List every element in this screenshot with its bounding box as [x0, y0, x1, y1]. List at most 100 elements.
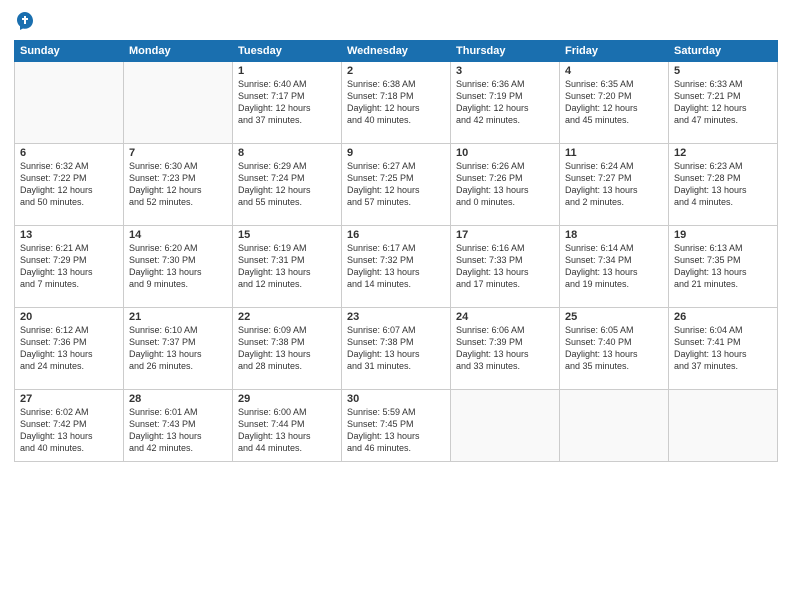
calendar-cell: 13Sunrise: 6:21 AM Sunset: 7:29 PM Dayli… — [15, 226, 124, 308]
day-number: 11 — [565, 147, 663, 159]
calendar-cell: 10Sunrise: 6:26 AM Sunset: 7:26 PM Dayli… — [451, 144, 560, 226]
day-info: Sunrise: 6:30 AM Sunset: 7:23 PM Dayligh… — [129, 160, 227, 209]
day-info: Sunrise: 6:35 AM Sunset: 7:20 PM Dayligh… — [565, 78, 663, 127]
day-info: Sunrise: 6:21 AM Sunset: 7:29 PM Dayligh… — [20, 242, 118, 291]
calendar-table: SundayMondayTuesdayWednesdayThursdayFrid… — [14, 40, 778, 462]
day-number: 28 — [129, 393, 227, 405]
calendar-cell: 20Sunrise: 6:12 AM Sunset: 7:36 PM Dayli… — [15, 308, 124, 390]
weekday-header: Thursday — [451, 41, 560, 62]
day-number: 27 — [20, 393, 118, 405]
day-info: Sunrise: 6:02 AM Sunset: 7:42 PM Dayligh… — [20, 406, 118, 455]
day-number: 5 — [674, 65, 772, 77]
day-info: Sunrise: 6:29 AM Sunset: 7:24 PM Dayligh… — [238, 160, 336, 209]
calendar-cell: 1Sunrise: 6:40 AM Sunset: 7:17 PM Daylig… — [233, 62, 342, 144]
calendar-cell: 12Sunrise: 6:23 AM Sunset: 7:28 PM Dayli… — [669, 144, 778, 226]
day-info: Sunrise: 6:38 AM Sunset: 7:18 PM Dayligh… — [347, 78, 445, 127]
day-info: Sunrise: 5:59 AM Sunset: 7:45 PM Dayligh… — [347, 406, 445, 455]
weekday-header-row: SundayMondayTuesdayWednesdayThursdayFrid… — [15, 41, 778, 62]
day-number: 16 — [347, 229, 445, 241]
page: SundayMondayTuesdayWednesdayThursdayFrid… — [0, 0, 792, 612]
calendar-cell: 2Sunrise: 6:38 AM Sunset: 7:18 PM Daylig… — [342, 62, 451, 144]
calendar-cell: 29Sunrise: 6:00 AM Sunset: 7:44 PM Dayli… — [233, 390, 342, 462]
day-info: Sunrise: 6:17 AM Sunset: 7:32 PM Dayligh… — [347, 242, 445, 291]
day-number: 22 — [238, 311, 336, 323]
day-info: Sunrise: 6:00 AM Sunset: 7:44 PM Dayligh… — [238, 406, 336, 455]
day-number: 12 — [674, 147, 772, 159]
calendar-cell: 26Sunrise: 6:04 AM Sunset: 7:41 PM Dayli… — [669, 308, 778, 390]
calendar-cell — [124, 62, 233, 144]
calendar-cell: 21Sunrise: 6:10 AM Sunset: 7:37 PM Dayli… — [124, 308, 233, 390]
calendar-cell: 11Sunrise: 6:24 AM Sunset: 7:27 PM Dayli… — [560, 144, 669, 226]
calendar-cell: 9Sunrise: 6:27 AM Sunset: 7:25 PM Daylig… — [342, 144, 451, 226]
calendar-cell: 27Sunrise: 6:02 AM Sunset: 7:42 PM Dayli… — [15, 390, 124, 462]
day-number: 17 — [456, 229, 554, 241]
weekday-header: Wednesday — [342, 41, 451, 62]
day-info: Sunrise: 6:19 AM Sunset: 7:31 PM Dayligh… — [238, 242, 336, 291]
day-info: Sunrise: 6:33 AM Sunset: 7:21 PM Dayligh… — [674, 78, 772, 127]
day-number: 3 — [456, 65, 554, 77]
day-number: 10 — [456, 147, 554, 159]
day-info: Sunrise: 6:20 AM Sunset: 7:30 PM Dayligh… — [129, 242, 227, 291]
day-number: 23 — [347, 311, 445, 323]
day-info: Sunrise: 6:23 AM Sunset: 7:28 PM Dayligh… — [674, 160, 772, 209]
day-number: 2 — [347, 65, 445, 77]
calendar-cell — [15, 62, 124, 144]
day-number: 24 — [456, 311, 554, 323]
calendar-cell: 16Sunrise: 6:17 AM Sunset: 7:32 PM Dayli… — [342, 226, 451, 308]
day-info: Sunrise: 6:24 AM Sunset: 7:27 PM Dayligh… — [565, 160, 663, 209]
day-info: Sunrise: 6:10 AM Sunset: 7:37 PM Dayligh… — [129, 324, 227, 373]
calendar-cell: 18Sunrise: 6:14 AM Sunset: 7:34 PM Dayli… — [560, 226, 669, 308]
calendar-cell: 24Sunrise: 6:06 AM Sunset: 7:39 PM Dayli… — [451, 308, 560, 390]
logo — [14, 10, 40, 32]
weekday-header: Sunday — [15, 41, 124, 62]
day-info: Sunrise: 6:27 AM Sunset: 7:25 PM Dayligh… — [347, 160, 445, 209]
day-number: 4 — [565, 65, 663, 77]
day-number: 7 — [129, 147, 227, 159]
day-number: 21 — [129, 311, 227, 323]
day-info: Sunrise: 6:16 AM Sunset: 7:33 PM Dayligh… — [456, 242, 554, 291]
day-info: Sunrise: 6:12 AM Sunset: 7:36 PM Dayligh… — [20, 324, 118, 373]
calendar-cell: 28Sunrise: 6:01 AM Sunset: 7:43 PM Dayli… — [124, 390, 233, 462]
day-info: Sunrise: 6:05 AM Sunset: 7:40 PM Dayligh… — [565, 324, 663, 373]
day-info: Sunrise: 6:04 AM Sunset: 7:41 PM Dayligh… — [674, 324, 772, 373]
day-info: Sunrise: 6:09 AM Sunset: 7:38 PM Dayligh… — [238, 324, 336, 373]
calendar-cell: 5Sunrise: 6:33 AM Sunset: 7:21 PM Daylig… — [669, 62, 778, 144]
day-number: 6 — [20, 147, 118, 159]
day-number: 20 — [20, 311, 118, 323]
logo-icon — [14, 10, 36, 32]
weekday-header: Tuesday — [233, 41, 342, 62]
calendar-week-row: 27Sunrise: 6:02 AM Sunset: 7:42 PM Dayli… — [15, 390, 778, 462]
day-info: Sunrise: 6:36 AM Sunset: 7:19 PM Dayligh… — [456, 78, 554, 127]
calendar-cell: 15Sunrise: 6:19 AM Sunset: 7:31 PM Dayli… — [233, 226, 342, 308]
day-info: Sunrise: 6:06 AM Sunset: 7:39 PM Dayligh… — [456, 324, 554, 373]
header — [14, 10, 778, 32]
day-info: Sunrise: 6:13 AM Sunset: 7:35 PM Dayligh… — [674, 242, 772, 291]
weekday-header: Saturday — [669, 41, 778, 62]
weekday-header: Monday — [124, 41, 233, 62]
day-number: 9 — [347, 147, 445, 159]
calendar-cell: 25Sunrise: 6:05 AM Sunset: 7:40 PM Dayli… — [560, 308, 669, 390]
calendar-cell: 30Sunrise: 5:59 AM Sunset: 7:45 PM Dayli… — [342, 390, 451, 462]
calendar-cell: 17Sunrise: 6:16 AM Sunset: 7:33 PM Dayli… — [451, 226, 560, 308]
calendar-cell: 19Sunrise: 6:13 AM Sunset: 7:35 PM Dayli… — [669, 226, 778, 308]
day-number: 26 — [674, 311, 772, 323]
day-number: 30 — [347, 393, 445, 405]
day-info: Sunrise: 6:40 AM Sunset: 7:17 PM Dayligh… — [238, 78, 336, 127]
day-number: 14 — [129, 229, 227, 241]
day-info: Sunrise: 6:14 AM Sunset: 7:34 PM Dayligh… — [565, 242, 663, 291]
calendar-cell: 14Sunrise: 6:20 AM Sunset: 7:30 PM Dayli… — [124, 226, 233, 308]
day-number: 13 — [20, 229, 118, 241]
calendar-week-row: 1Sunrise: 6:40 AM Sunset: 7:17 PM Daylig… — [15, 62, 778, 144]
day-info: Sunrise: 6:07 AM Sunset: 7:38 PM Dayligh… — [347, 324, 445, 373]
weekday-header: Friday — [560, 41, 669, 62]
calendar-cell: 8Sunrise: 6:29 AM Sunset: 7:24 PM Daylig… — [233, 144, 342, 226]
calendar-cell — [669, 390, 778, 462]
day-number: 29 — [238, 393, 336, 405]
calendar-cell: 3Sunrise: 6:36 AM Sunset: 7:19 PM Daylig… — [451, 62, 560, 144]
calendar-cell: 7Sunrise: 6:30 AM Sunset: 7:23 PM Daylig… — [124, 144, 233, 226]
day-number: 19 — [674, 229, 772, 241]
calendar-cell: 4Sunrise: 6:35 AM Sunset: 7:20 PM Daylig… — [560, 62, 669, 144]
day-number: 25 — [565, 311, 663, 323]
day-number: 15 — [238, 229, 336, 241]
day-info: Sunrise: 6:26 AM Sunset: 7:26 PM Dayligh… — [456, 160, 554, 209]
